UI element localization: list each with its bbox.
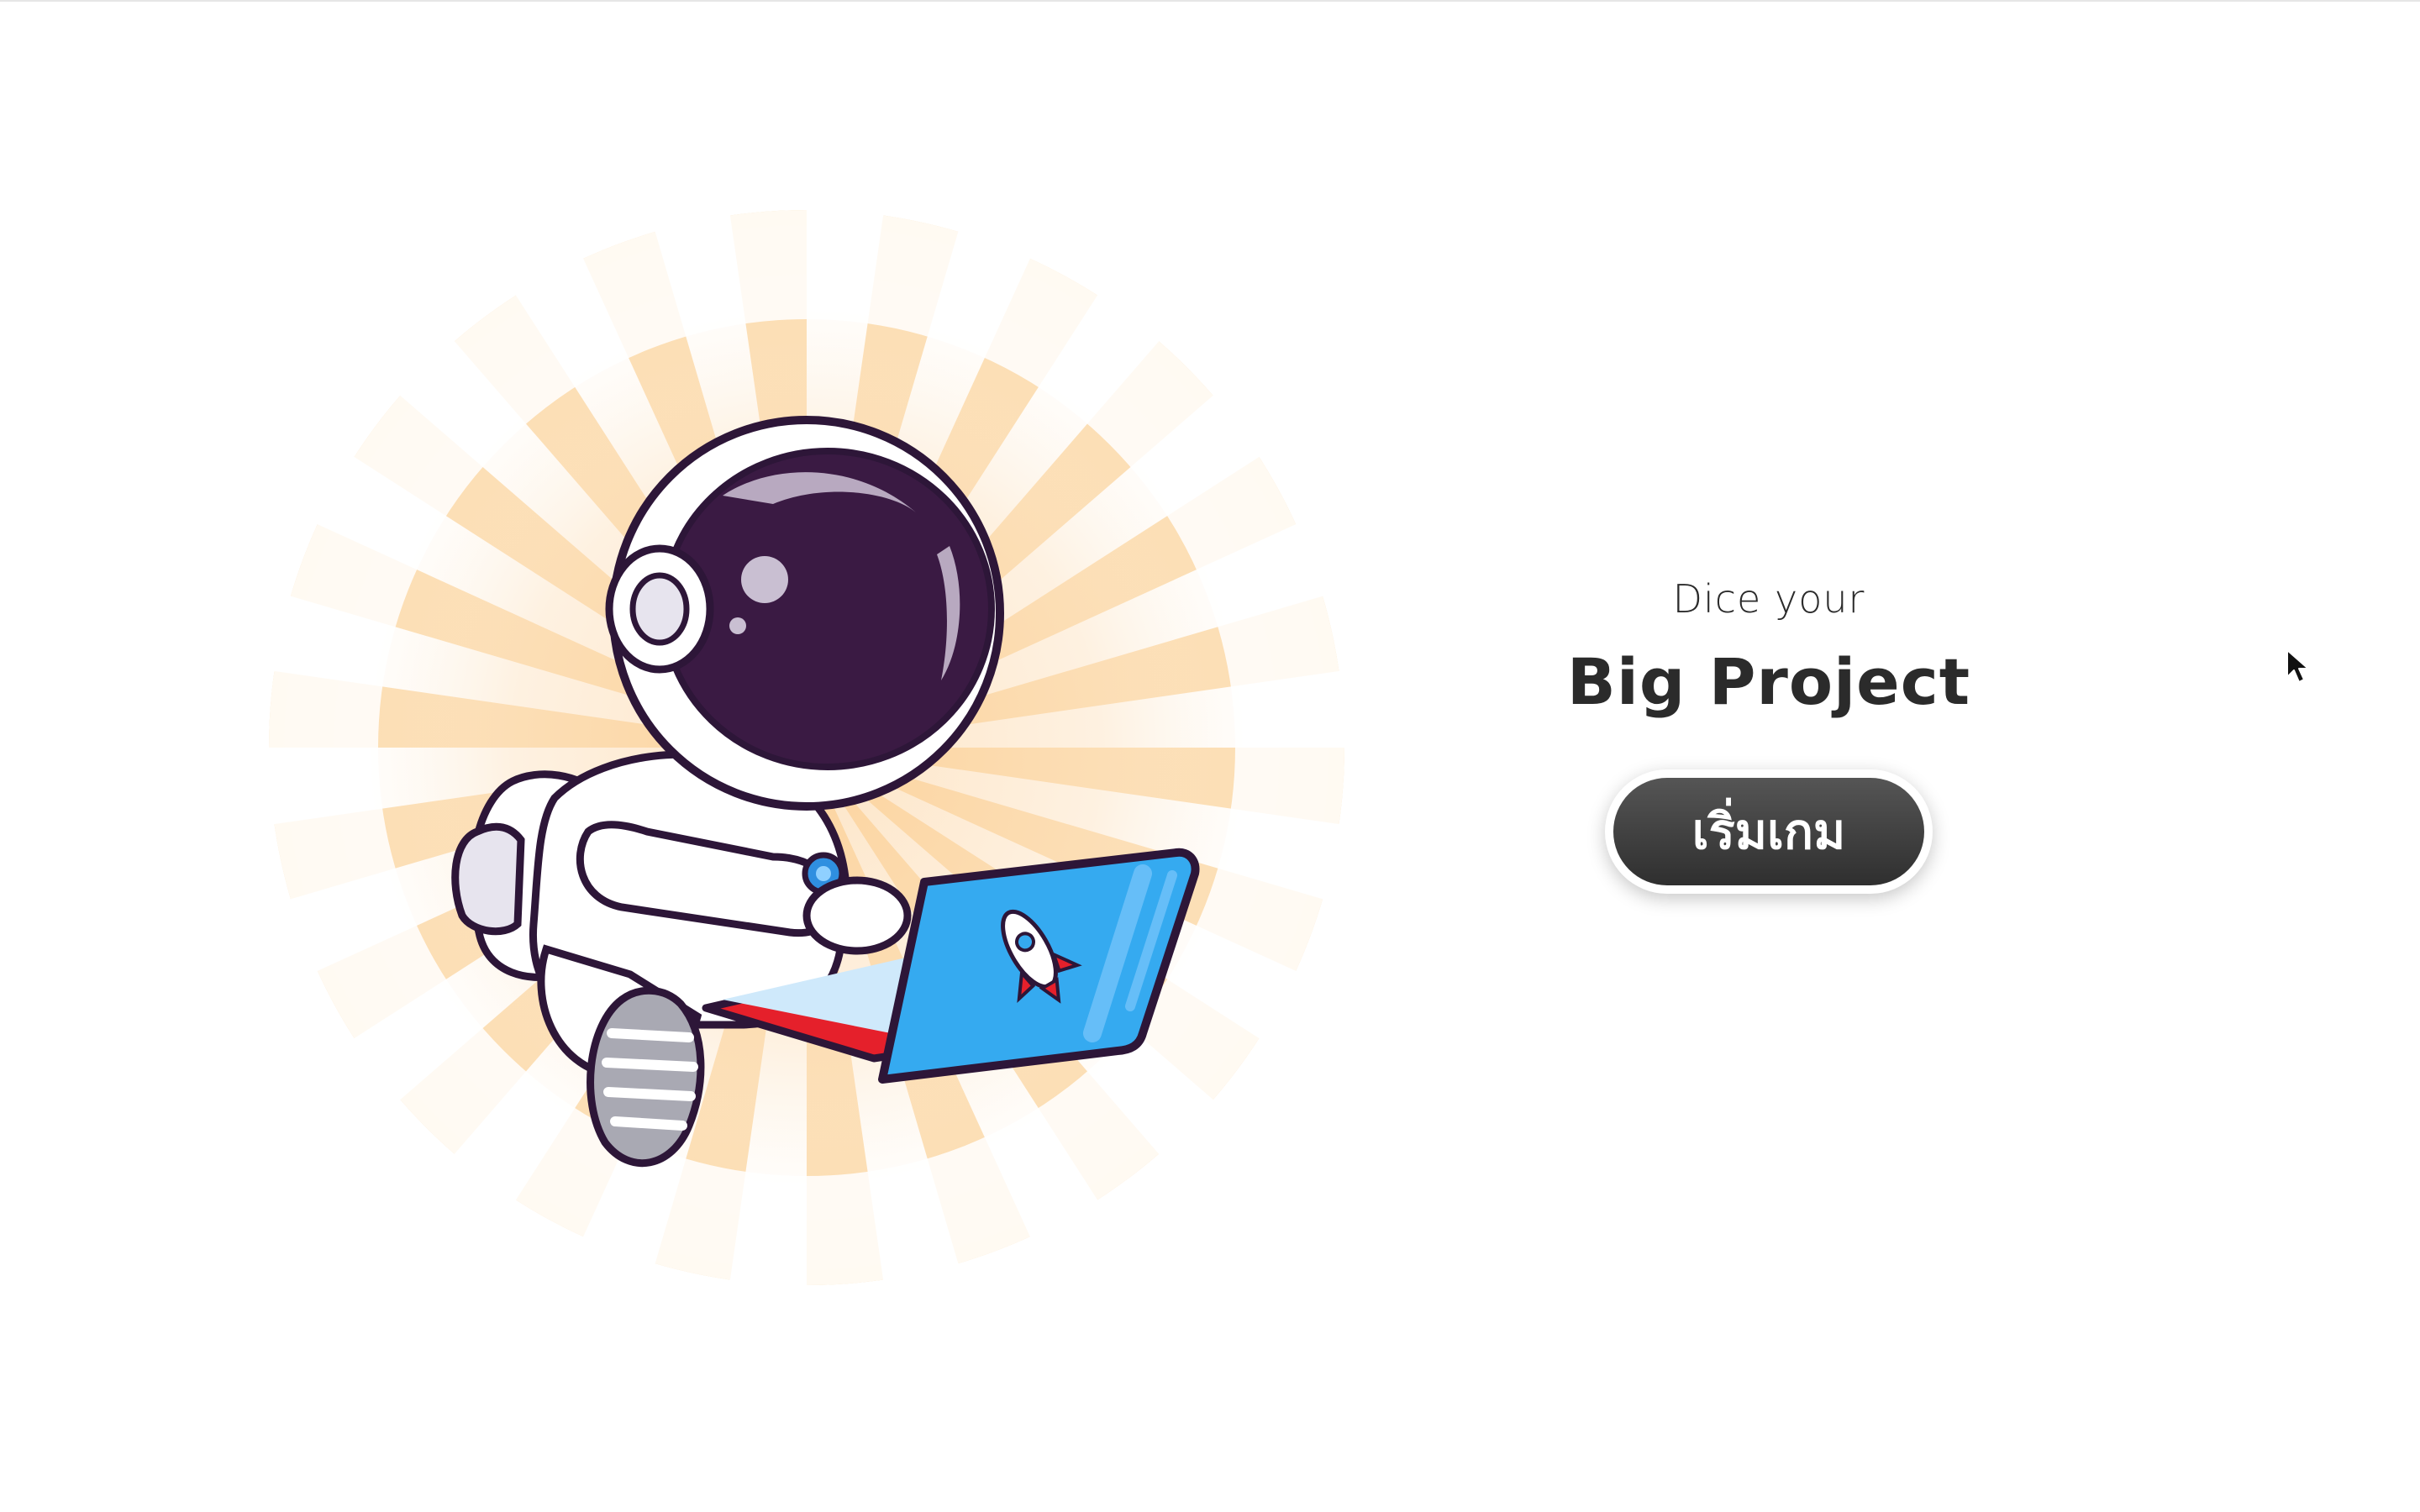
landing-page: Dice your Big Project เริ่มเกม (0, 0, 2420, 1512)
astronaut-helmet (605, 416, 1004, 811)
hero-cta: Dice your Big Project เริ่มเกม (1496, 580, 2042, 894)
astronaut-laptop-illustration (269, 210, 1344, 1285)
start-button-frame: เริ่มเกม (1605, 769, 1933, 894)
page-title: Big Project (1566, 644, 1971, 719)
subtitle: Dice your (1672, 576, 1865, 622)
start-game-button[interactable]: เริ่มเกม (1613, 778, 1924, 885)
hero-illustration (252, 193, 1378, 1327)
mouse-cursor-icon (2286, 649, 2309, 683)
top-divider (0, 0, 2420, 2)
